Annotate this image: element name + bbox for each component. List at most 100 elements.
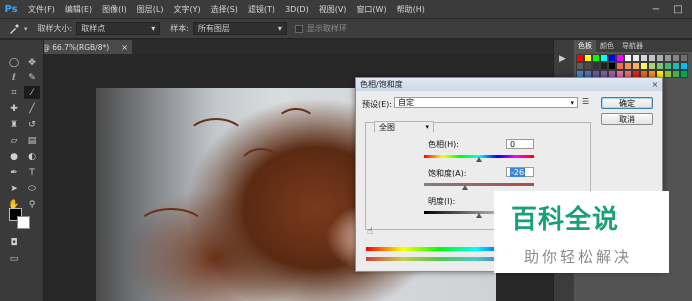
color-swatch[interactable]	[680, 54, 688, 62]
blur-icon[interactable]: ●	[6, 150, 22, 163]
color-swatch[interactable]	[640, 62, 648, 70]
menu-bar: Ps 文件(F) 编辑(E) 图像(I) 图层(L) 文字(Y) 选择(S) 滤…	[0, 0, 692, 19]
hue-value: 0	[510, 139, 516, 149]
color-swatch[interactable]	[624, 54, 632, 62]
menu-file[interactable]: 文件(F)	[28, 4, 55, 15]
color-swatch[interactable]	[616, 62, 624, 70]
watermark-subtitle: 助你轻松解决	[524, 248, 633, 266]
color-swatch[interactable]	[616, 54, 624, 62]
minimize-button[interactable]: −	[646, 0, 666, 19]
dodge-icon[interactable]: ◐	[24, 150, 40, 163]
clone-stamp-icon[interactable]: ♜	[6, 118, 22, 131]
menu-layer[interactable]: 图层(L)	[137, 4, 164, 15]
shape-icon[interactable]: ⬭	[24, 182, 40, 195]
saturation-label: 饱和度(A):	[428, 169, 467, 178]
saturation-slider-thumb[interactable]	[461, 185, 468, 190]
saturation-value: -26	[510, 167, 526, 177]
quick-mask-icon[interactable]: ◘	[6, 236, 22, 249]
color-swatch[interactable]	[680, 70, 688, 78]
color-swatch[interactable]	[648, 54, 656, 62]
color-swatch[interactable]	[576, 62, 584, 70]
history-brush-icon[interactable]: ↺	[24, 118, 40, 131]
menu-edit[interactable]: 编辑(E)	[65, 4, 92, 15]
color-swatch[interactable]	[656, 54, 664, 62]
lightness-slider-thumb[interactable]	[476, 213, 482, 218]
sample-size-select[interactable]: 取样点 ▾	[76, 22, 161, 35]
sample-select[interactable]: 所有图层 ▾	[192, 22, 287, 35]
move-icon[interactable]: ✥	[24, 56, 40, 69]
color-swatch[interactable]	[632, 54, 640, 62]
menu-select[interactable]: 选择(S)	[211, 4, 238, 15]
show-ring-checkbox[interactable]	[294, 24, 303, 33]
color-swatch[interactable]	[592, 62, 600, 70]
targeted-adjust-hand-icon[interactable]: ☝	[367, 226, 373, 237]
close-icon[interactable]: ×	[650, 80, 660, 89]
menu-view[interactable]: 视图(V)	[319, 4, 347, 15]
color-swatch[interactable]	[584, 54, 592, 62]
brush-icon[interactable]: ╱	[24, 102, 40, 115]
menu-filter[interactable]: 滤镜(T)	[248, 4, 275, 15]
color-swatch[interactable]	[648, 62, 656, 70]
screen-mode-icon[interactable]: ▭	[6, 252, 22, 265]
saturation-slider-track[interactable]	[424, 183, 534, 186]
path-select-icon[interactable]: ➤	[6, 182, 22, 195]
quick-select-icon[interactable]: ✎	[24, 71, 40, 84]
background-color-swatch[interactable]	[17, 216, 30, 229]
pen-icon[interactable]: ✒	[6, 166, 22, 179]
preset-options-icon[interactable]: ☰	[582, 97, 589, 106]
hair-curl	[186, 118, 246, 158]
type-icon[interactable]: T	[24, 166, 40, 179]
color-swatch[interactable]	[608, 54, 616, 62]
menu-image[interactable]: 图像(I)	[102, 4, 127, 15]
healing-brush-icon[interactable]: ✚	[6, 102, 22, 115]
color-swatch[interactable]	[600, 62, 608, 70]
gradient-icon[interactable]: ▤	[24, 134, 40, 147]
ok-button[interactable]: 确定	[601, 97, 653, 109]
swatches-panel-tabs: 色板 颜色 导航器	[574, 40, 692, 52]
color-swatch[interactable]	[664, 70, 672, 78]
play-icon[interactable]: ▶	[559, 54, 566, 64]
marquee-icon[interactable]: ◯	[6, 56, 22, 69]
chevron-down-icon: ▾	[277, 24, 282, 33]
eyedropper-icon[interactable]	[8, 23, 22, 35]
restore-button[interactable]: □	[668, 0, 688, 19]
color-swatch[interactable]	[632, 62, 640, 70]
color-swatch[interactable]	[664, 54, 672, 62]
zoom-icon[interactable]: ⚲	[24, 198, 40, 211]
menu-3d[interactable]: 3D(D)	[285, 5, 309, 14]
channel-value: 全图	[379, 122, 395, 132]
hue-slider-thumb[interactable]	[476, 157, 482, 162]
hue-input[interactable]: 0	[506, 139, 534, 149]
color-swatch[interactable]	[624, 62, 632, 70]
color-swatch[interactable]	[576, 54, 584, 62]
eraser-icon[interactable]: ▱	[6, 134, 22, 147]
color-swatch[interactable]	[592, 54, 600, 62]
menu-help[interactable]: 帮助(H)	[397, 4, 425, 15]
tab-color[interactable]: 颜色	[596, 40, 618, 52]
color-swatch[interactable]	[584, 62, 592, 70]
lasso-icon[interactable]: ℓ	[6, 71, 22, 84]
channel-select[interactable]: 全图 ▾	[374, 121, 434, 133]
lightness-label: 明度(I):	[428, 197, 456, 206]
tab-swatches[interactable]: 色板	[574, 40, 596, 52]
color-swatch[interactable]	[664, 62, 672, 70]
saturation-input[interactable]: -26	[506, 167, 534, 177]
menu-window[interactable]: 窗口(W)	[356, 4, 386, 15]
eyedropper-tool-icon[interactable]: ⁄	[24, 86, 40, 99]
color-swatch[interactable]	[672, 54, 680, 62]
tab-navigator[interactable]: 导航器	[618, 40, 647, 52]
color-swatch[interactable]	[680, 62, 688, 70]
preset-select[interactable]: 自定 ▾	[394, 97, 578, 108]
color-swatch[interactable]	[600, 54, 608, 62]
cancel-button[interactable]: 取消	[601, 113, 653, 125]
color-swatch[interactable]	[656, 62, 664, 70]
color-swatch[interactable]	[640, 54, 648, 62]
chevron-down-icon: ▾	[570, 98, 574, 107]
close-icon[interactable]: ×	[121, 43, 128, 52]
color-swatch[interactable]	[672, 70, 680, 78]
menu-type[interactable]: 文字(Y)	[173, 4, 200, 15]
tool-preset-arrow-icon[interactable]: ▾	[24, 25, 28, 33]
crop-icon[interactable]: ⌗	[6, 86, 22, 99]
color-swatch[interactable]	[672, 62, 680, 70]
color-swatch[interactable]	[608, 62, 616, 70]
